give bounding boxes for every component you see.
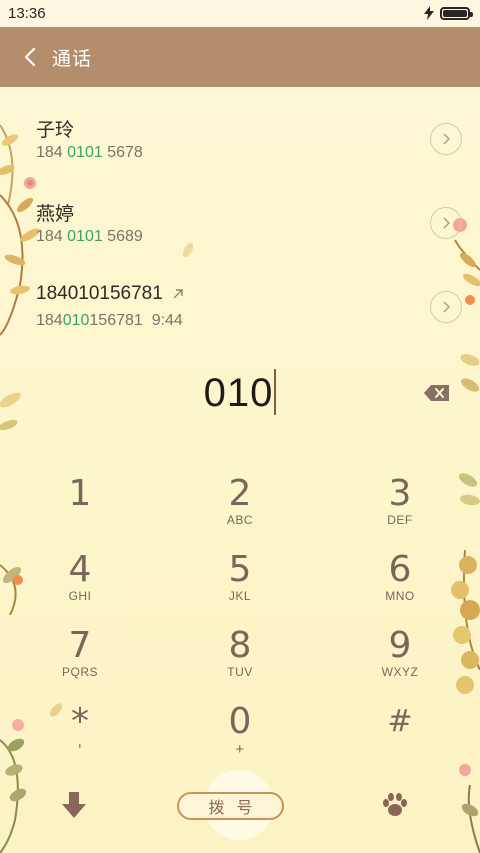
contact-name: 燕婷 (36, 204, 75, 225)
contact-info-button[interactable] (430, 123, 462, 155)
key-7[interactable]: 7 PQRS (20, 625, 140, 701)
call-button[interactable]: 拨号 (177, 792, 284, 820)
contact-row[interactable]: 子玲 184 0101 5678 (0, 97, 480, 181)
contact-name: 子玲 (36, 120, 75, 141)
battery-icon (440, 7, 473, 20)
number-match-highlight: 0101 (67, 144, 103, 161)
status-time: 13:36 (8, 5, 46, 22)
dialer-screen: 13:36 通话 子玲 184 0101 5678 燕婷 184 0101 56… (0, 0, 480, 853)
key-4[interactable]: 4 GHI (20, 549, 140, 625)
contact-info-button[interactable] (430, 291, 462, 323)
contact-name: 184010156781 (36, 283, 183, 305)
chevron-right-icon (443, 217, 450, 229)
status-icons (424, 5, 473, 22)
page-title: 通话 (52, 48, 93, 70)
key-9[interactable]: 9 WXYZ (340, 625, 460, 701)
bolt-icon (424, 5, 434, 22)
key-star[interactable]: * , (20, 701, 140, 777)
key-3[interactable]: 3 DEF (340, 473, 460, 549)
backspace-icon[interactable] (423, 383, 451, 403)
key-1[interactable]: 1 (20, 473, 140, 549)
chevron-left-icon[interactable] (8, 27, 52, 87)
arrow-up-right-icon (173, 287, 183, 302)
contact-number: 184 0101 5689 (36, 228, 143, 245)
call-log-row[interactable]: 184010156781 184010156781 9:44 (0, 265, 480, 349)
dial-input[interactable]: 010 (0, 369, 480, 416)
key-2[interactable]: 2 ABC (180, 473, 300, 549)
key-6[interactable]: 6 MNO (340, 549, 460, 625)
contact-number: 184 0101 5678 (36, 144, 143, 161)
key-8[interactable]: 8 TUV (180, 625, 300, 701)
call-time: 9:44 (151, 312, 183, 329)
arrow-down-icon[interactable] (60, 790, 88, 820)
key-hash[interactable]: # (340, 701, 460, 777)
key-5[interactable]: 5 JKL (180, 549, 300, 625)
paw-icon[interactable] (382, 792, 408, 818)
key-0[interactable]: 0 + (180, 701, 300, 777)
chevron-right-icon (443, 301, 450, 313)
dial-input-display[interactable]: 010 (0, 363, 480, 429)
app-header: 通话 (0, 27, 480, 87)
chevron-right-icon (443, 133, 450, 145)
number-match-highlight: 010 (62, 312, 90, 329)
status-bar: 13:36 (0, 0, 480, 27)
contact-row[interactable]: 燕婷 184 0101 5689 (0, 181, 480, 265)
contact-number: 184010156781 9:44 (36, 312, 183, 329)
bottom-action-bar: 拨号 (0, 768, 480, 853)
contact-info-button[interactable] (430, 207, 462, 239)
number-match-highlight: 0101 (67, 228, 103, 245)
text-cursor (274, 369, 277, 416)
